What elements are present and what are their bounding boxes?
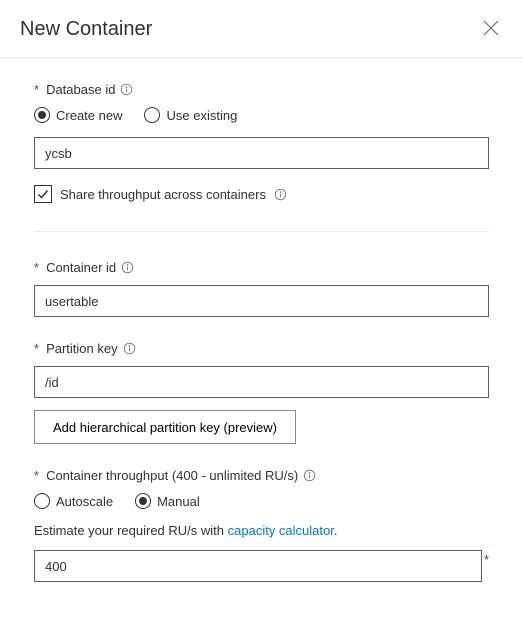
partition-key-input[interactable] <box>34 366 489 398</box>
section-divider <box>34 231 489 232</box>
throughput-input[interactable] <box>34 550 482 582</box>
panel-body: * Database id Create new Use existing Sh… <box>0 58 523 602</box>
radio-label: Autoscale <box>56 494 113 509</box>
label-text: Container id <box>46 260 116 275</box>
panel-header: New Container <box>0 0 523 58</box>
radio-label: Create new <box>56 108 122 123</box>
label-text: Container throughput (400 - unlimited RU… <box>46 468 298 483</box>
desc-suffix: . <box>334 523 338 538</box>
label-text: Database id <box>46 82 115 97</box>
info-icon[interactable] <box>120 83 133 96</box>
info-icon[interactable] <box>121 261 134 274</box>
info-icon[interactable] <box>123 342 136 355</box>
throughput-input-row: * <box>34 550 489 582</box>
add-hierarchical-pk-button[interactable]: Add hierarchical partition key (preview) <box>34 410 296 444</box>
radio-label: Manual <box>157 494 200 509</box>
database-id-radio-group: Create new Use existing <box>34 107 489 123</box>
partition-key-label: * Partition key <box>34 341 489 356</box>
required-marker: * <box>484 552 489 567</box>
container-id-label: * Container id <box>34 260 489 275</box>
radio-icon <box>34 107 50 123</box>
info-icon[interactable] <box>274 188 287 201</box>
container-id-input[interactable] <box>34 285 489 317</box>
info-icon[interactable] <box>303 469 316 482</box>
database-id-input[interactable] <box>34 137 489 169</box>
close-button[interactable] <box>479 16 503 43</box>
radio-manual[interactable]: Manual <box>135 493 200 509</box>
throughput-radio-group: Autoscale Manual <box>34 493 489 509</box>
radio-label: Use existing <box>166 108 237 123</box>
capacity-calculator-link[interactable]: capacity calculator <box>228 523 334 538</box>
database-id-label: * Database id <box>34 82 489 97</box>
share-throughput-checkbox[interactable]: Share throughput across containers <box>34 185 489 203</box>
required-marker: * <box>34 341 39 356</box>
close-icon <box>483 20 499 39</box>
desc-prefix: Estimate your required RU/s with <box>34 523 228 538</box>
radio-icon <box>144 107 160 123</box>
radio-use-existing[interactable]: Use existing <box>144 107 237 123</box>
throughput-description: Estimate your required RU/s with capacit… <box>34 523 489 538</box>
required-marker: * <box>34 82 39 97</box>
checkbox-icon <box>34 185 52 203</box>
label-text: Partition key <box>46 341 118 356</box>
radio-icon <box>135 493 151 509</box>
panel-title: New Container <box>20 18 152 41</box>
required-marker: * <box>34 260 39 275</box>
throughput-label: * Container throughput (400 - unlimited … <box>34 468 489 483</box>
radio-create-new[interactable]: Create new <box>34 107 122 123</box>
radio-icon <box>34 493 50 509</box>
radio-autoscale[interactable]: Autoscale <box>34 493 113 509</box>
checkbox-label: Share throughput across containers <box>60 187 266 202</box>
required-marker: * <box>34 468 39 483</box>
